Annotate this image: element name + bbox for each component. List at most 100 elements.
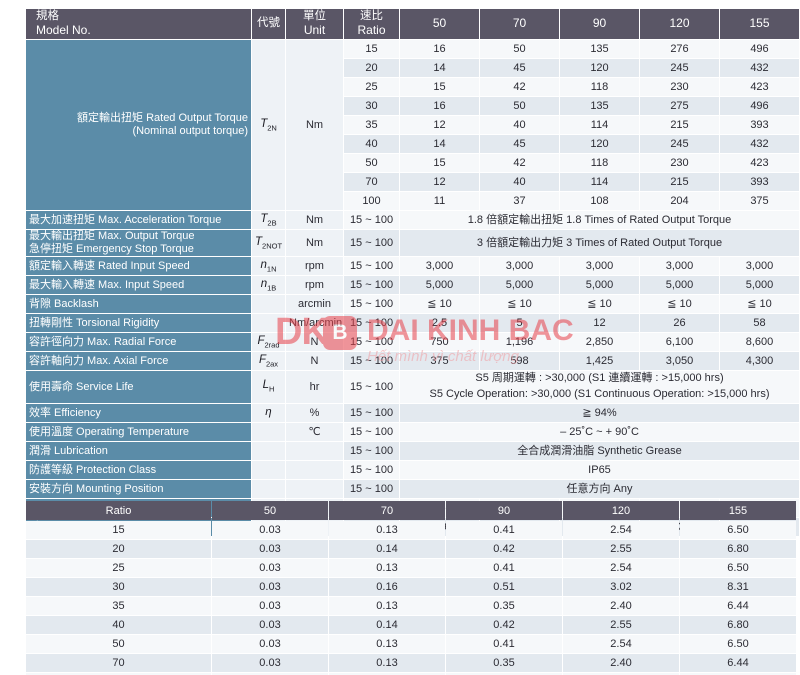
data-cell: 12 — [560, 314, 639, 332]
inertia-data-cell: 2.54 — [563, 635, 679, 653]
data-cell-merged: – 25˚C ~ + 90˚C — [400, 422, 799, 441]
data-cell: 3,000 — [720, 257, 799, 275]
inertia-header-155: 155 — [680, 501, 796, 520]
data-cell-merged: 任意方向 Any — [400, 479, 799, 498]
row-symbol — [252, 479, 285, 498]
data-cell: 37 — [480, 192, 559, 210]
inertia-data-cell: 0.13 — [329, 521, 445, 539]
merged-text-line1: IP65 — [588, 463, 611, 476]
row-label-rated-output-torque-main: 額定輸出扭矩 Rated Output Torque — [77, 112, 248, 125]
row-label-en: Rated Input Speed — [95, 259, 190, 272]
header-unit: 單位 Unit — [286, 9, 343, 39]
inertia-data-cell: 0.35 — [446, 654, 562, 672]
data-cell-merged: 3 倍額定輸出力矩 3 Times of Rated Output Torque — [400, 230, 799, 256]
data-cell: 5,000 — [640, 276, 719, 294]
ratio-range: 15 ~ 100 — [344, 460, 399, 479]
ratio-range: 15 ~ 100 — [344, 276, 399, 294]
inertia-data-cell: 0.03 — [212, 654, 328, 672]
data-cell: 58 — [720, 314, 799, 332]
data-cell: 3,000 — [640, 257, 719, 275]
ratio-value: 20 — [344, 59, 399, 77]
data-cell: 14 — [400, 135, 479, 153]
data-cell-merged: IP65 — [400, 460, 799, 479]
data-cell: ≦ 10 — [720, 295, 799, 313]
data-cell: 135 — [560, 97, 639, 115]
ratio-range: 15 ~ 100 — [344, 333, 399, 351]
ratio-range: 15 ~ 100 — [344, 371, 399, 403]
inertia-table-row: 40 0.03 0.14 0.42 2.55 6.80 — [26, 616, 796, 634]
inertia-data-cell: 0.03 — [212, 616, 328, 634]
row-symbol: η — [252, 403, 285, 422]
inertia-data-cell: 0.13 — [329, 597, 445, 615]
data-cell: 118 — [560, 154, 639, 172]
data-cell: 12 — [400, 173, 479, 191]
data-cell: ≦ 10 — [560, 295, 639, 313]
data-cell: 114 — [560, 173, 639, 191]
row-symbol — [252, 314, 285, 332]
inertia-data-cell: 6.50 — [680, 521, 796, 539]
inertia-data-cell: 0.14 — [329, 616, 445, 634]
data-cell: 393 — [720, 173, 799, 191]
ratio-value: 35 — [344, 116, 399, 134]
inertia-data-cell: 0.35 — [446, 597, 562, 615]
row-label-cn: 最大加速扭矩 — [29, 213, 95, 226]
data-cell: 2,850 — [560, 333, 639, 351]
row-unit: Nm/arcmin — [286, 314, 343, 332]
data-cell: 393 — [720, 116, 799, 134]
row-label-cn: 使用壽命 — [29, 380, 73, 393]
inertia-data-cell: 0.03 — [212, 578, 328, 596]
row-unit: Nm — [286, 211, 343, 229]
row-symbol: T2NOT — [252, 230, 285, 256]
data-cell: 5,000 — [720, 276, 799, 294]
inertia-ratio-value: 35 — [26, 597, 211, 615]
inertia-data-cell: 0.03 — [212, 635, 328, 653]
row-label-cn: 安裝方向 — [29, 482, 73, 495]
inertia-header-70: 70 — [329, 501, 445, 520]
inertia-ratio-value: 40 — [26, 616, 211, 634]
inertia-ratio-value: 15 — [26, 521, 211, 539]
table-row: 背隙 Backlash arcmin 15 ~ 100 ≦ 10 ≦ 10 ≦ 10 ≦ 1… — [26, 295, 799, 313]
data-cell: 6,100 — [640, 333, 719, 351]
row-label-rated-output-torque: 額定輸出扭矩 Rated Output Torque (Nominal outpu… — [26, 40, 251, 210]
table-row: 容許徑向力 Max. Radial Force F2rad N 15 ~ 100 750… — [26, 333, 799, 351]
row-unit — [286, 441, 343, 460]
inertia-header-50: 50 — [212, 501, 328, 520]
inertia-header-90: 90 — [446, 501, 562, 520]
table-row: 額定輸入轉速 Rated Input Speed n1N rpm 15 ~ 100 3,… — [26, 257, 799, 275]
table-row: 最大輸入轉速 Max. Input Speed n1B rpm 15 ~ 100 5,0… — [26, 276, 799, 294]
header-model-70: 70 — [480, 9, 559, 39]
inertia-ratio-value: 30 — [26, 578, 211, 596]
spec-sheet: DK B DAI KINH BAC Hết mình vì chất lượng… — [0, 0, 800, 675]
ratio-value: 70 — [344, 173, 399, 191]
table-row: 最大加速扭矩 Max. Acceleration Torque T2B Nm 15 ~… — [26, 211, 799, 229]
ratio-range: 15 ~ 100 — [344, 211, 399, 229]
data-cell: 120 — [560, 135, 639, 153]
row-label-en: Max. Radial Force — [84, 335, 177, 348]
data-cell: 5 — [480, 314, 559, 332]
table-row: 潤滑 Lubrication 15 ~ 100 全合成潤滑油脂 Synthetic … — [26, 441, 799, 460]
data-cell: 120 — [560, 59, 639, 77]
data-cell: 375 — [720, 192, 799, 210]
row-unit: % — [286, 403, 343, 422]
inertia-data-cell: 0.41 — [446, 521, 562, 539]
inertia-data-cell: 6.44 — [680, 597, 796, 615]
inertia-table-row: 35 0.03 0.13 0.35 2.40 6.44 — [26, 597, 796, 615]
data-cell: 16 — [400, 97, 479, 115]
ratio-value: 50 — [344, 154, 399, 172]
table-row: 最大輸出扭矩 Max. Output Torque 急停扭矩 Emergency … — [26, 230, 799, 256]
data-cell: 432 — [720, 59, 799, 77]
data-cell: 1,196 — [480, 333, 559, 351]
header-code-cn: 代號 — [257, 17, 280, 30]
data-cell: 375 — [400, 352, 479, 370]
ratio-range: 15 ~ 100 — [344, 314, 399, 332]
row-label-en: Lubrication — [51, 444, 108, 457]
data-cell: 15 — [400, 154, 479, 172]
row-unit: rpm — [286, 276, 343, 294]
data-cell-merged: 全合成潤滑油脂 Synthetic Grease — [400, 441, 799, 460]
table-row: 額定輸出扭矩 Rated Output Torque (Nominal outpu… — [26, 40, 799, 210]
data-cell: 5,000 — [480, 276, 559, 294]
data-cell: ≦ 10 — [640, 295, 719, 313]
data-cell: 423 — [720, 154, 799, 172]
inertia-data-cell: 0.42 — [446, 540, 562, 558]
row-unit: rpm — [286, 257, 343, 275]
